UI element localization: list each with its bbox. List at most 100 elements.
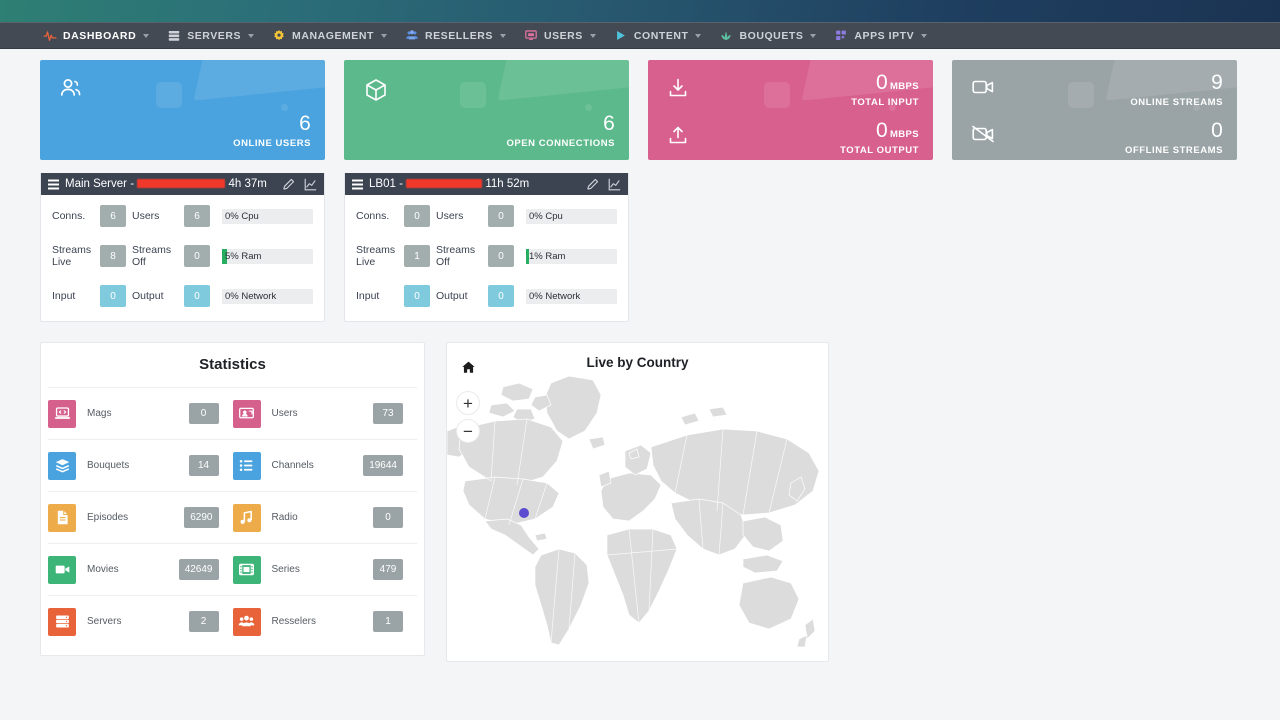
map-zoom-in-button[interactable]: + <box>456 391 480 415</box>
stat-item-radio[interactable]: Radio 0 <box>233 504 418 532</box>
resource-bar-ram: 5% Ram <box>222 249 313 264</box>
statistics-title: Statistics <box>48 343 417 387</box>
stat-value: 0 <box>876 119 888 142</box>
nav-item-dashboard[interactable]: DASHBOARD <box>34 22 158 49</box>
server-panel-header: Main Server - XXXXXXXXXXXXX 4h 37m <box>41 173 324 195</box>
layers-icon <box>48 452 76 480</box>
stat-card-total-bandwidth[interactable]: 0MBPS TOTAL INPUT 0MBPS TOTAL OUTPUT <box>648 60 933 160</box>
chevron-down-icon <box>143 34 149 38</box>
live-by-country-map-panel: Live by Country + − <box>446 342 829 662</box>
stat-card-streams[interactable]: 9 ONLINE STREAMS 0 OFFLINE STREAMS <box>952 60 1237 160</box>
resource-bar-network: 0% Network <box>526 289 617 304</box>
stat-item-series[interactable]: Series 479 <box>233 556 418 584</box>
bar-label: 5% Ram <box>222 249 313 264</box>
nav-item-apps-iptv[interactable]: APPS IPTV <box>825 22 936 49</box>
edit-pencil-icon[interactable] <box>586 178 599 191</box>
stat-item-episodes[interactable]: Episodes 6290 <box>48 504 233 532</box>
stat-item-value: 0 <box>189 403 219 424</box>
nav-label: APPS IPTV <box>854 30 914 42</box>
resource-bar-cpu: 0% Cpu <box>222 209 313 224</box>
bar-label: 0% Network <box>222 289 313 304</box>
stat-item-movies[interactable]: Movies 42649 <box>48 556 233 584</box>
metric-label: Input <box>52 290 100 302</box>
metric-value: 6 <box>100 205 126 227</box>
users-icon <box>60 78 86 100</box>
stat-item-value: 1 <box>373 611 403 632</box>
edit-pencil-icon[interactable] <box>282 178 295 191</box>
card-decoration-polygon <box>498 60 629 101</box>
chart-line-icon[interactable] <box>304 178 317 191</box>
stat-card-value-block: 6 ONLINE USERS <box>233 113 311 149</box>
nav-item-bouquets[interactable]: BOUQUETS <box>710 22 825 49</box>
statistics-panel: Statistics Mags 0 <box>40 342 425 656</box>
stat-item-mags[interactable]: Mags 0 <box>48 400 233 428</box>
card-decoration-dot <box>281 104 288 111</box>
laptop-code-icon <box>48 400 76 428</box>
chevron-down-icon <box>500 34 506 38</box>
chevron-down-icon <box>695 34 701 38</box>
nav-item-content[interactable]: CONTENT <box>605 22 711 49</box>
nav-label: RESELLERS <box>425 30 493 42</box>
resource-bar-ram: 1% Ram <box>526 249 617 264</box>
metric-value: 0 <box>184 245 210 267</box>
stat-item-label: Users <box>272 408 374 419</box>
top-gradient-bar <box>0 0 1280 22</box>
server-uptime: 11h 52m <box>485 178 529 190</box>
map-zoom-out-button[interactable]: − <box>456 419 480 443</box>
stat-label: ONLINE USERS <box>233 139 311 149</box>
stat-item-value: 42649 <box>179 559 219 580</box>
stat-item-servers[interactable]: Servers 2 <box>48 608 233 636</box>
stat-item-value: 479 <box>373 559 403 580</box>
music-icon <box>233 504 261 532</box>
metric-label: Conns. <box>356 210 404 222</box>
stat-item-label: Channels <box>272 460 364 471</box>
stat-card-open-connections[interactable]: 6 OPEN CONNECTIONS <box>344 60 629 160</box>
zoom-out-icon: − <box>463 423 473 440</box>
server-panel-lb01: LB01 - XXXXXXXXXXX 11h 52m Conns. 0 User… <box>344 173 629 322</box>
chart-line-icon[interactable] <box>608 178 621 191</box>
bar-label: 0% Cpu <box>526 209 617 224</box>
stat-value: 0 <box>876 71 888 94</box>
stat-item-users[interactable]: Users 73 <box>233 400 418 428</box>
world-map[interactable] <box>447 343 829 662</box>
servers-icon <box>167 29 181 42</box>
server-metrics-grid: Conns. 0 Users 0 0% Cpu Streams Live 1 S… <box>356 205 617 307</box>
stat-card-value-block: 6 OPEN CONNECTIONS <box>506 113 615 149</box>
nav-item-servers[interactable]: SERVERS <box>158 22 263 49</box>
monitor-icon <box>524 29 538 42</box>
server-title: LB01 - XXXXXXXXXXX 11h 52m <box>369 178 529 190</box>
bar-label: 1% Ram <box>526 249 617 264</box>
nav-label: MANAGEMENT <box>292 30 374 42</box>
statistics-row: Mags 0 Users 73 <box>48 387 417 439</box>
metric-label: Output <box>132 290 184 302</box>
stat-item-resselers[interactable]: Resselers 1 <box>233 608 418 636</box>
metric-value: 0 <box>404 205 430 227</box>
server-name: Main Server <box>65 178 127 190</box>
metric-value: 1 <box>404 245 430 267</box>
statistics-row: Movies 42649 <box>48 543 417 595</box>
home-icon[interactable] <box>456 355 480 379</box>
group-icon <box>233 608 261 636</box>
server-name: LB01 <box>369 178 396 190</box>
metric-label: Users <box>132 210 184 222</box>
metric-label: Streams Live <box>52 244 100 268</box>
card-decoration-square <box>460 82 486 108</box>
nav-item-resellers[interactable]: RESELLERS <box>396 22 515 49</box>
stat-card-value-block: 9 ONLINE STREAMS <box>1130 72 1223 108</box>
stat-card-online-users[interactable]: 6 ONLINE USERS <box>40 60 325 160</box>
nav-item-users[interactable]: USERS <box>515 22 605 49</box>
video-off-icon <box>972 125 994 143</box>
stat-label: ONLINE STREAMS <box>1130 98 1223 108</box>
stat-value: 9 <box>1211 71 1223 94</box>
stat-item-channels[interactable]: Channels 19644 <box>233 452 418 480</box>
metric-value: 0 <box>488 245 514 267</box>
stat-cards-row: 6 ONLINE USERS 6 OPEN CONNECTIONS <box>40 60 1240 160</box>
nav-item-management[interactable]: MANAGEMENT <box>263 22 396 49</box>
stat-label: OPEN CONNECTIONS <box>506 139 615 149</box>
card-decoration-square <box>764 82 790 108</box>
stat-item-bouquets[interactable]: Bouquets 14 <box>48 452 233 480</box>
metric-value: 8 <box>100 245 126 267</box>
metric-value: 0 <box>404 285 430 307</box>
list-icon <box>233 452 261 480</box>
chevron-down-icon <box>248 34 254 38</box>
